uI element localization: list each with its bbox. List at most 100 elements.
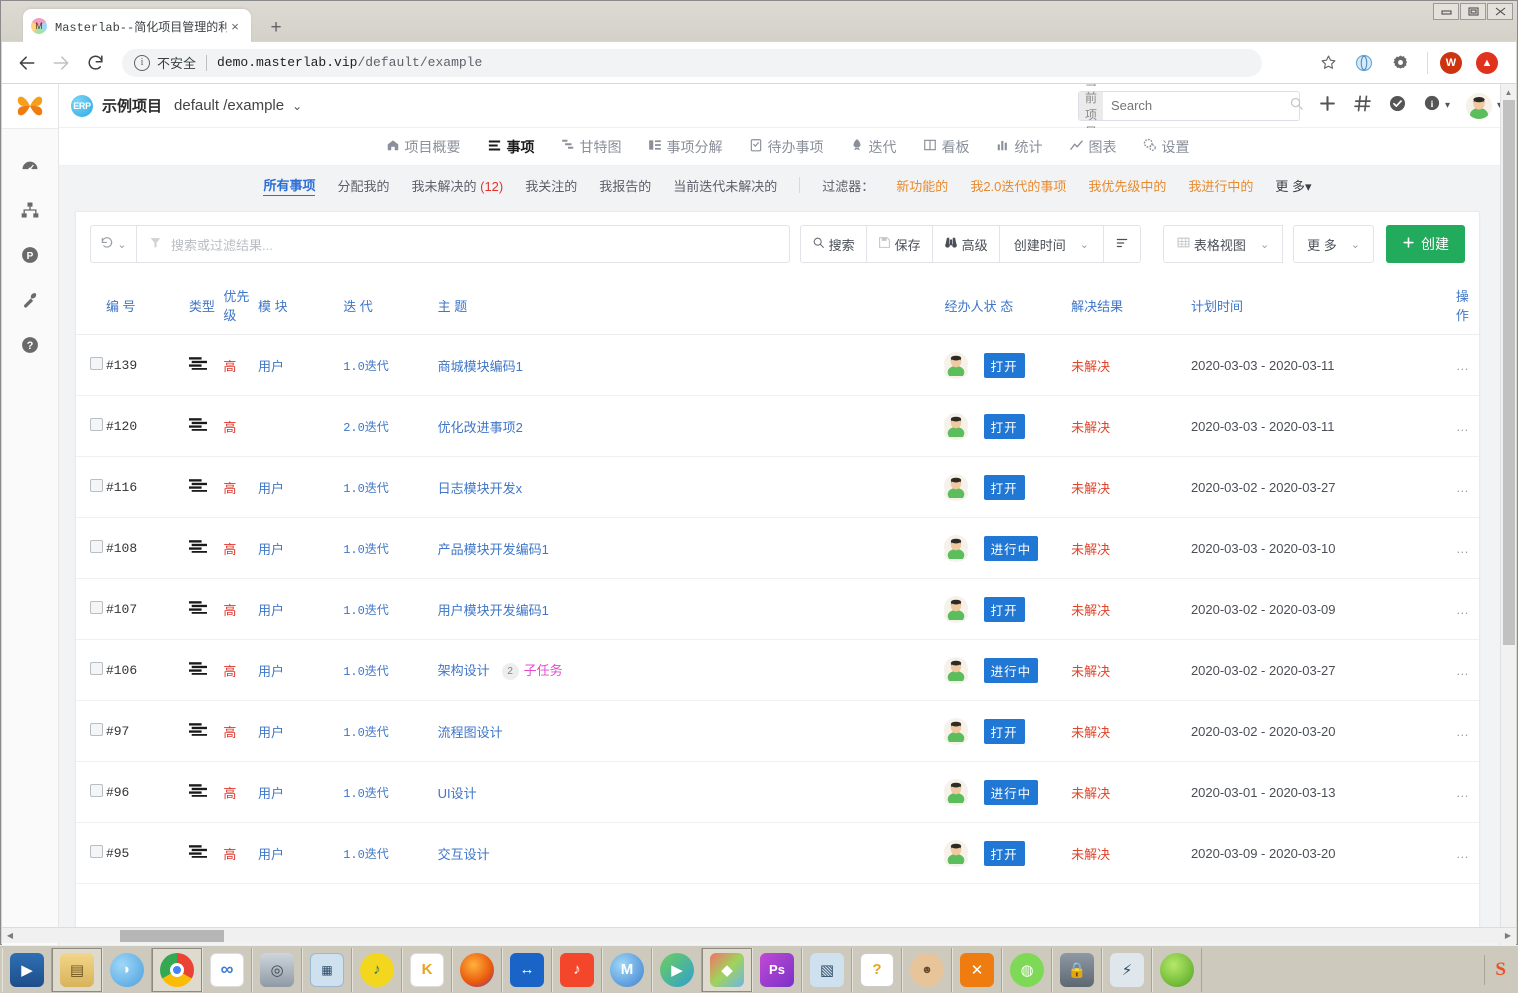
assignee-avatar[interactable]	[944, 351, 969, 379]
assignee-avatar[interactable]	[944, 656, 969, 684]
tab-iteration[interactable]: 迭代	[850, 137, 897, 157]
row-checkbox[interactable]	[90, 723, 103, 736]
sidebar-item-project[interactable]: P	[2, 235, 58, 280]
header-iteration[interactable]: 迭 代	[343, 276, 438, 335]
cell-actions[interactable]: …▼	[1455, 456, 1479, 518]
row-checkbox[interactable]	[90, 662, 103, 675]
settings-gear-icon[interactable]	[1385, 48, 1415, 78]
saved-filter-more[interactable]: 更 多▾	[1275, 176, 1311, 195]
issue-id-link[interactable]: #95	[106, 846, 129, 861]
close-icon[interactable]: ×	[227, 18, 243, 34]
cell-id[interactable]: #95	[105, 822, 189, 884]
cell-actions[interactable]: …▼	[1455, 395, 1479, 457]
table-row[interactable]: #139 高 用户 1.0迭代 商城模块编码1 打开 未解决 2020-03-0…	[76, 334, 1479, 396]
sidebar-item-tools[interactable]	[2, 280, 58, 325]
topic-link[interactable]: 架构设计	[438, 663, 490, 678]
taskbar-leaf[interactable]	[1152, 947, 1202, 992]
cell-actions[interactable]: …▼	[1455, 578, 1479, 640]
taskbar-douyin[interactable]: ♪	[552, 947, 602, 992]
sidebar-item-org-chart[interactable]	[2, 190, 58, 235]
user-menu[interactable]: ▾	[1465, 92, 1502, 119]
taskbar-network[interactable]: ⚡	[1102, 947, 1152, 992]
topic-link[interactable]: 优化改进事项2	[438, 420, 523, 435]
back-icon[interactable]	[12, 48, 42, 78]
up-extension-icon[interactable]: ▲	[1472, 48, 1502, 78]
star-icon[interactable]	[1313, 48, 1343, 78]
header-topic[interactable]: 主 题	[437, 276, 945, 335]
header-type[interactable]: 类型	[188, 276, 224, 335]
tab-kanban[interactable]: 看板	[923, 137, 970, 157]
sort-field-select[interactable]: 创建时间 ⌄	[998, 225, 1104, 263]
saved-filter-my-20-iteration[interactable]: 我2.0迭代的事项	[970, 176, 1066, 195]
row-checkbox[interactable]	[90, 357, 103, 370]
row-checkbox-cell[interactable]	[76, 395, 106, 457]
tab-statistics[interactable]: 统计	[996, 137, 1043, 157]
maximize-button[interactable]	[1460, 3, 1486, 20]
taskbar-firefox[interactable]	[452, 947, 502, 992]
row-actions-menu[interactable]: …▼	[1456, 724, 1479, 739]
topic-link[interactable]: 商城模块编码1	[438, 359, 523, 374]
row-checkbox[interactable]	[90, 845, 103, 858]
table-row[interactable]: #106 高 用户 1.0迭代 架构设计 2 子任务 进行中 未解决 2020-03…	[76, 639, 1479, 701]
masterlab-butterfly-logo[interactable]	[2, 84, 58, 129]
search-icon[interactable]	[1289, 96, 1304, 116]
row-actions-menu[interactable]: …▼	[1456, 846, 1479, 861]
tab-charts[interactable]: 图表	[1069, 137, 1117, 157]
sidebar-item-help[interactable]: ?	[2, 325, 58, 370]
taskbar-teamviewer[interactable]: ↔	[502, 947, 552, 992]
sogou-input-icon[interactable]: S	[1495, 959, 1506, 981]
row-checkbox[interactable]	[90, 784, 103, 797]
browser-extension-icon[interactable]	[1349, 48, 1379, 78]
cell-actions[interactable]: …▼	[1455, 334, 1479, 396]
filter-link-all[interactable]: 所有事项	[263, 175, 316, 196]
row-actions-menu[interactable]: …▼	[1456, 541, 1479, 556]
assignee-avatar[interactable]	[944, 412, 969, 440]
taskbar-file-explorer[interactable]: ▤	[52, 947, 102, 992]
taskbar-calculator[interactable]: ▦	[302, 947, 352, 992]
taskbar-qq-music[interactable]: ♪	[352, 947, 402, 992]
assignee-avatar[interactable]	[944, 595, 969, 623]
cell-id[interactable]: #120	[105, 395, 189, 457]
row-checkbox-cell[interactable]	[76, 700, 106, 762]
issue-id-link[interactable]: #97	[106, 724, 129, 739]
minimize-button[interactable]	[1433, 3, 1459, 20]
row-checkbox[interactable]	[90, 479, 103, 492]
taskbar-help-doc[interactable]: ?	[852, 947, 902, 992]
row-checkbox-cell[interactable]	[76, 639, 106, 701]
tab-project-overview[interactable]: 项目概要	[386, 137, 461, 157]
tab-gantt[interactable]: 甘特图	[561, 137, 622, 157]
issue-id-link[interactable]: #107	[106, 602, 137, 617]
new-tab-button[interactable]: +	[263, 15, 289, 41]
cell-topic[interactable]: 交互设计	[437, 822, 945, 884]
cell-id[interactable]: #107	[105, 578, 189, 640]
saved-filter-my-in-progress[interactable]: 我进行中的	[1188, 176, 1253, 195]
check-circle-icon[interactable]	[1388, 94, 1407, 118]
filter-link-unresolved[interactable]: 我未解决的 (12)	[411, 176, 503, 195]
sidebar-item-dashboard[interactable]	[2, 145, 58, 190]
tab-settings[interactable]: 设置	[1143, 137, 1190, 157]
chevron-down-icon[interactable]: ⌄	[292, 99, 302, 113]
table-row[interactable]: #108 高 用户 1.0迭代 产品模块开发编码1 进行中 未解决 2020-0…	[76, 517, 1479, 579]
assignee-avatar[interactable]	[944, 717, 969, 745]
view-mode-select[interactable]: 表格视图 ⌄	[1162, 225, 1284, 263]
row-checkbox-cell[interactable]	[76, 517, 106, 579]
cell-topic[interactable]: 优化改进事项2	[437, 395, 945, 457]
more-button[interactable]: 更 多 ⌄	[1293, 225, 1374, 263]
taskbar-face-photo[interactable]: ☻	[902, 947, 952, 992]
row-actions-menu[interactable]: …▼	[1456, 419, 1479, 434]
search-button[interactable]: 搜索	[799, 225, 867, 263]
row-checkbox[interactable]	[90, 540, 103, 553]
cell-actions[interactable]: …▼	[1455, 700, 1479, 762]
plus-icon[interactable]	[1318, 94, 1337, 118]
header-priority[interactable]: 优先级	[223, 276, 258, 335]
hscrollbar-thumb[interactable]	[120, 930, 224, 942]
issue-id-link[interactable]: #96	[106, 785, 129, 800]
assignee-avatar[interactable]	[944, 778, 969, 806]
topic-link[interactable]: UI设计	[438, 786, 477, 801]
cell-topic[interactable]: UI设计	[437, 761, 945, 823]
info-circle-icon[interactable]: i	[134, 54, 150, 71]
taskbar-wechat[interactable]: ◍	[1002, 947, 1052, 992]
table-row[interactable]: #95 高 用户 1.0迭代 交互设计 打开 未解决 2020-03-09 - …	[76, 822, 1479, 884]
hash-icon[interactable]	[1353, 94, 1372, 118]
cell-actions[interactable]: …▼	[1455, 822, 1479, 884]
